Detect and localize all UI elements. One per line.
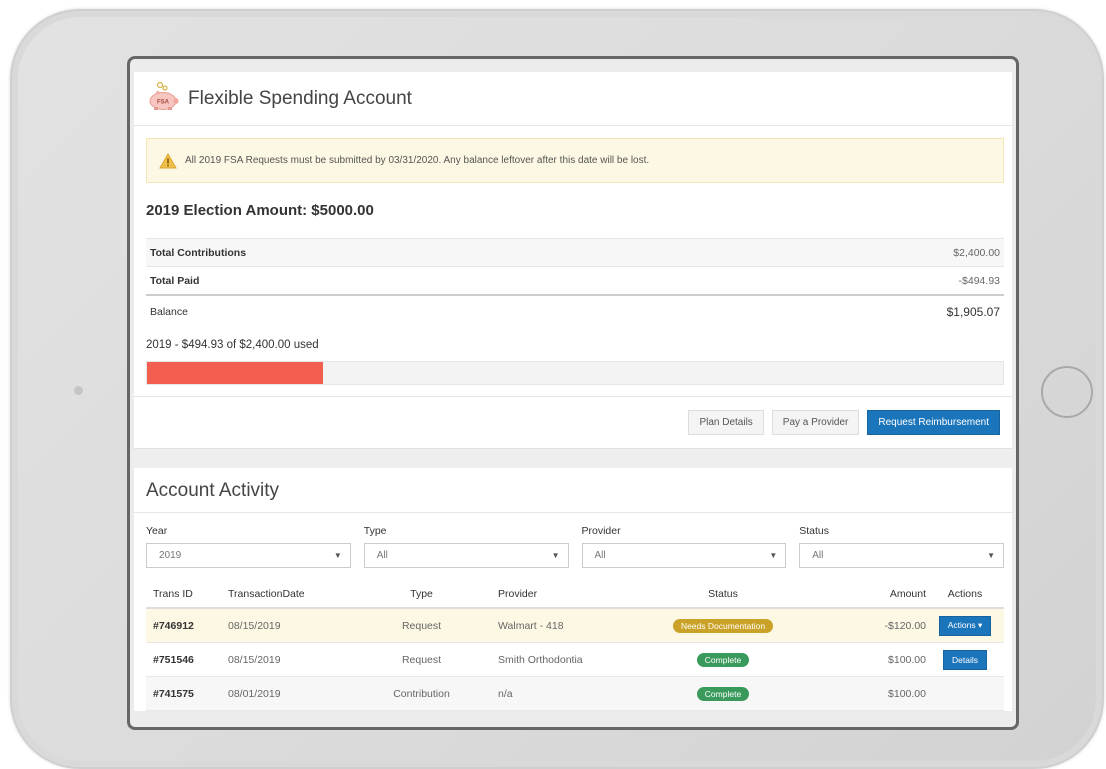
caret-down-icon: ▼ bbox=[769, 551, 778, 560]
year-select[interactable]: 2019 ▼ bbox=[146, 543, 351, 568]
fsa-actions: Plan Details Pay a Provider Request Reim… bbox=[134, 396, 1012, 448]
summary-row-contributions: Total Contributions $2,400.00 bbox=[146, 238, 1004, 266]
trans-date: 08/01/2019 bbox=[228, 687, 281, 700]
filter-year: Year 2019 ▼ bbox=[146, 525, 351, 568]
activity-table: Trans ID TransactionDate Type Provider S… bbox=[146, 580, 1004, 711]
column-header: Actions bbox=[947, 587, 983, 600]
table-row[interactable]: #741575 08/01/2019 Contribution n/a Comp… bbox=[146, 677, 1004, 711]
table-row[interactable]: #751546 08/15/2019 Request Smith Orthodo… bbox=[146, 643, 1004, 677]
summary-label: Balance bbox=[150, 306, 188, 318]
filter-type: Type All ▼ bbox=[363, 525, 569, 568]
actions-dropdown-button[interactable]: Actions ▾ bbox=[938, 615, 992, 636]
trans-provider: Walmart - 418 bbox=[498, 619, 564, 632]
trans-id: #746912 bbox=[153, 619, 194, 632]
column-header[interactable]: Provider bbox=[477, 588, 635, 600]
filter-label: Type bbox=[363, 525, 387, 537]
fsa-panel: FSA Flexible Spending Account All 2019 F… bbox=[134, 72, 1012, 449]
tablet-frame: FSA Flexible Spending Account All 2019 F… bbox=[10, 9, 1104, 769]
caret-down-icon: ▼ bbox=[551, 551, 560, 560]
summary-value: $2,400.00 bbox=[953, 246, 1000, 259]
column-header[interactable]: Type bbox=[366, 588, 477, 600]
status-badge: Complete bbox=[696, 652, 750, 667]
piggy-bank-icon: FSA bbox=[146, 81, 180, 116]
caret-down-icon: ▼ bbox=[987, 551, 995, 560]
status-badge: Needs Documentation bbox=[672, 618, 774, 633]
usage-progress-bar bbox=[146, 361, 1004, 385]
summary-label: Total Contributions bbox=[150, 246, 247, 259]
trans-provider: Smith Orthodontia bbox=[498, 653, 583, 666]
summary-value: $1,905.07 bbox=[946, 305, 1000, 319]
summary-table: Total Contributions $2,400.00 Total Paid… bbox=[146, 238, 1004, 328]
table-header: Trans ID TransactionDate Type Provider S… bbox=[146, 580, 1004, 609]
type-select[interactable]: All ▼ bbox=[363, 543, 569, 568]
deadline-alert: All 2019 FSA Requests must be submitted … bbox=[146, 138, 1004, 183]
summary-value: -$494.93 bbox=[958, 274, 1000, 287]
tablet-screen: FSA Flexible Spending Account All 2019 F… bbox=[127, 56, 1019, 730]
home-button[interactable] bbox=[1041, 366, 1093, 418]
screen-content: FSA Flexible Spending Account All 2019 F… bbox=[134, 72, 1012, 711]
filter-label: Year bbox=[146, 525, 168, 537]
warning-icon bbox=[159, 152, 177, 168]
activity-title: Account Activity bbox=[134, 468, 1012, 513]
summary-row-balance: Balance $1,905.07 bbox=[146, 294, 1004, 328]
select-value: All bbox=[812, 550, 824, 561]
alert-text: All 2019 FSA Requests must be submitted … bbox=[185, 155, 650, 166]
usage-label: 2019 - $494.93 of $2,400.00 used bbox=[146, 339, 319, 351]
activity-filters: Year 2019 ▼ Type All ▼ Provider All ▼ St… bbox=[134, 513, 1012, 568]
filter-label: Provider bbox=[581, 525, 621, 537]
select-value: All bbox=[376, 550, 388, 561]
trans-date: 08/15/2019 bbox=[228, 653, 281, 666]
provider-select[interactable]: All ▼ bbox=[581, 543, 787, 568]
trans-id: #751546 bbox=[153, 653, 194, 666]
filter-provider: Provider All ▼ bbox=[581, 525, 787, 568]
panel-header: FSA Flexible Spending Account bbox=[134, 72, 1012, 126]
section-gap bbox=[134, 449, 1012, 468]
column-header[interactable]: Trans ID bbox=[146, 588, 228, 600]
trans-amount: -$120.00 bbox=[884, 619, 926, 632]
details-button[interactable]: Details bbox=[943, 649, 987, 670]
trans-type: Request bbox=[401, 619, 442, 632]
request-reimbursement-button[interactable]: Request Reimbursement bbox=[867, 410, 1000, 435]
election-amount: 2019 Election Amount: $5000.00 bbox=[146, 202, 374, 219]
account-activity-panel: Account Activity Year 2019 ▼ Type All ▼ … bbox=[134, 468, 1012, 711]
trans-date: 08/15/2019 bbox=[228, 619, 281, 632]
status-badge: Complete bbox=[696, 686, 750, 701]
column-header[interactable]: TransactionDate bbox=[228, 588, 366, 600]
select-value: 2019 bbox=[159, 550, 182, 561]
trans-type: Contribution bbox=[393, 687, 450, 700]
column-header[interactable]: Status bbox=[635, 588, 811, 600]
trans-amount: $100.00 bbox=[888, 653, 926, 666]
summary-row-paid: Total Paid -$494.93 bbox=[146, 266, 1004, 294]
usage-progress-fill bbox=[147, 362, 324, 384]
filter-label: Status bbox=[799, 525, 830, 537]
trans-amount: $100.00 bbox=[888, 687, 926, 700]
page-title: Flexible Spending Account bbox=[188, 87, 412, 109]
trans-id: #741575 bbox=[153, 687, 194, 700]
pay-provider-button[interactable]: Pay a Provider bbox=[771, 410, 860, 435]
summary-label: Total Paid bbox=[150, 274, 200, 287]
camera-dot bbox=[74, 386, 83, 395]
caret-down-icon: ▼ bbox=[333, 551, 342, 560]
plan-details-button[interactable]: Plan Details bbox=[688, 410, 764, 435]
select-value: All bbox=[594, 550, 606, 561]
trans-provider: n/a bbox=[498, 687, 513, 700]
filter-status: Status All ▼ bbox=[799, 525, 1004, 568]
column-header[interactable]: Amount bbox=[811, 588, 926, 600]
svg-text:FSA: FSA bbox=[157, 100, 170, 106]
trans-type: Request bbox=[401, 653, 442, 666]
table-row[interactable]: #746912 08/15/2019 Request Walmart - 418… bbox=[146, 609, 1004, 643]
status-select[interactable]: All ▼ bbox=[799, 543, 1004, 568]
